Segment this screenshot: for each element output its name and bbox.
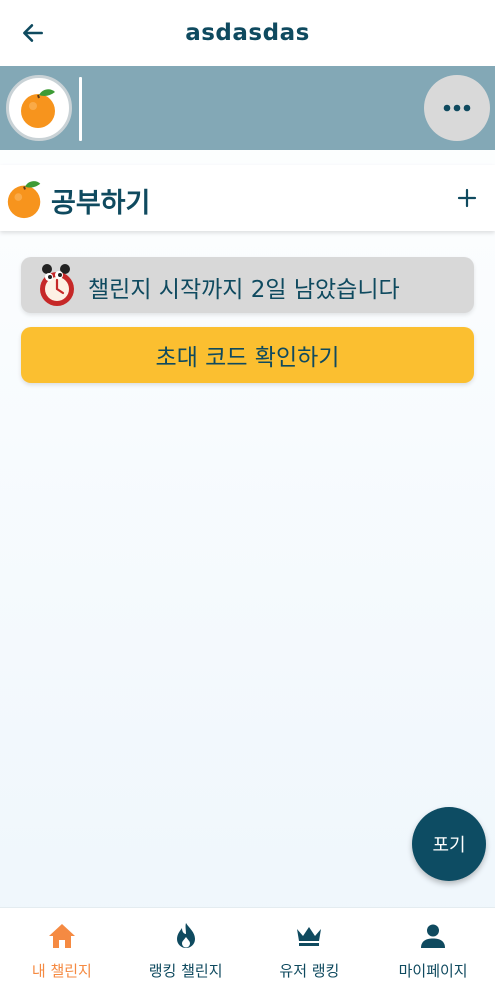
- add-button[interactable]: [450, 181, 484, 215]
- nav-item-my-challenge[interactable]: 내 챌린지: [0, 908, 124, 987]
- give-up-button[interactable]: 포기: [412, 807, 486, 881]
- challenge-header: 공부하기: [0, 165, 495, 231]
- orange-icon: [7, 181, 41, 219]
- alarm-clock-icon: [35, 262, 79, 312]
- countdown-banner: 챌린지 시작까지 2일 남았습니다: [21, 257, 474, 313]
- person-icon: [421, 924, 446, 948]
- plus-icon: [457, 188, 477, 208]
- more-button[interactable]: [424, 75, 490, 141]
- nav-item-mypage[interactable]: 마이페이지: [371, 908, 495, 987]
- arrow-left-icon: [23, 24, 43, 42]
- text-cursor: [79, 77, 82, 141]
- bottom-nav: 내 챌린지 랭킹 챌린지 유저 랭킹 마이페이지: [0, 907, 495, 987]
- more-horizontal-icon: [443, 104, 471, 112]
- nav-label: 마이페이지: [398, 962, 468, 980]
- crown-icon: [297, 927, 322, 946]
- challenge-title: 공부하기: [51, 188, 151, 219]
- page-title: asdasdas: [185, 20, 310, 46]
- member-strip: [0, 66, 495, 150]
- back-button[interactable]: [14, 14, 52, 52]
- countdown-text: 챌린지 시작까지 2일 남았습니다: [88, 277, 400, 303]
- home-icon: [48, 924, 75, 948]
- app-header: asdasdas: [0, 0, 495, 66]
- nav-label: 내 챌린지: [31, 962, 92, 980]
- member-avatar[interactable]: [6, 75, 72, 141]
- flame-icon: [176, 923, 195, 948]
- challenge-emoji: [4, 178, 46, 224]
- nav-label: 유저 랭킹: [279, 962, 340, 980]
- nav-item-ranking-challenge[interactable]: 랭킹 챌린지: [124, 908, 248, 987]
- invite-code-button[interactable]: 초대 코드 확인하기: [21, 327, 474, 383]
- nav-item-user-ranking[interactable]: 유저 랭킹: [248, 908, 372, 987]
- orange-icon: [21, 89, 55, 128]
- nav-label: 랭킹 챌린지: [148, 962, 223, 980]
